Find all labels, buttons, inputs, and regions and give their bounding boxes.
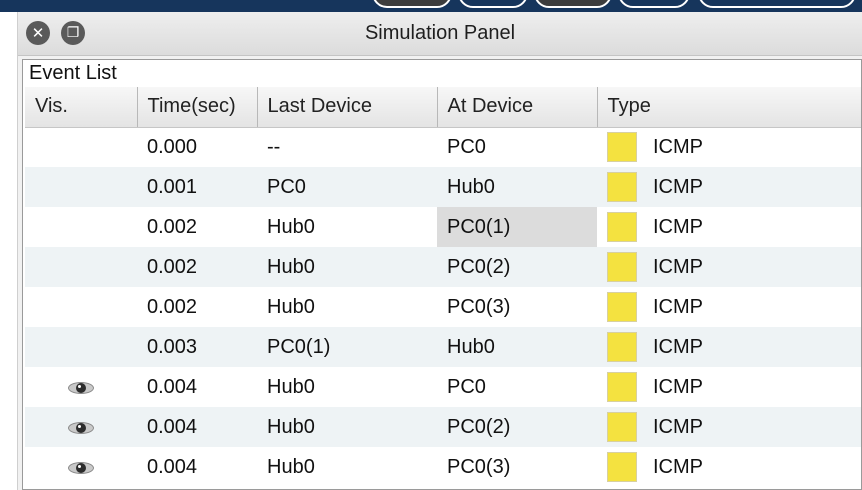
column-header-type[interactable]: Type [597,87,861,128]
background-toolbar-button[interactable] [534,0,612,8]
table-row[interactable]: 0.000 -- PC0 ICMP [25,127,861,167]
at-device-cell: PC0 [447,375,486,398]
last-device-cell: PC0 [257,167,437,207]
vis-cell[interactable] [25,447,137,487]
time-cell: 0.001 [137,167,257,207]
vis-cell[interactable] [25,327,137,367]
time-cell: 0.000 [147,135,198,158]
vis-cell[interactable] [25,367,137,407]
at-device-cell: Hub0 [437,327,597,367]
table-header-row: Vis. Time(sec) Last Device At Device Typ… [25,87,861,128]
type-label: ICMP [653,455,703,478]
event-list-panel: Event List Vis. Time(sec) Last Device At… [22,59,862,490]
table-row[interactable]: 0.002 Hub0 PC0(3) ICMP [25,287,861,327]
last-device-cell: Hub0 [267,455,315,478]
eye-icon[interactable] [66,420,96,435]
type-cell: ICMP [597,167,861,207]
pdu-color-swatch[interactable] [607,372,637,402]
table-row[interactable]: 0.003 PC0(1) Hub0 ICMP [25,327,861,367]
table-row[interactable]: 0.004 Hub0 PC0 ICMP [25,367,861,407]
type-label: ICMP [653,175,703,198]
eye-icon[interactable] [66,460,96,475]
type-label: ICMP [653,135,703,158]
time-cell: 0.002 [137,247,257,287]
background-toolbar-button[interactable] [698,0,856,8]
table-row[interactable]: 0.004 Hub0 PC0(3) ICMP [25,447,861,487]
close-icon[interactable]: ✕ [26,21,50,45]
column-header-last-device[interactable]: Last Device [257,87,438,128]
last-device-cell: -- [267,135,281,158]
background-toolbar-button[interactable] [618,0,690,8]
type-cell: ICMP [597,127,861,167]
type-label: ICMP [653,255,703,278]
table-row[interactable]: 0.002 Hub0 PC0(1) ICMP [25,207,861,247]
type-label: ICMP [653,375,703,398]
column-header-vis[interactable]: Vis. [25,87,138,128]
time-cell: 0.004 [137,407,257,447]
at-device-cell: PC0(3) [447,295,511,318]
time-cell: 0.003 [137,327,257,367]
type-label: ICMP [653,335,703,358]
pdu-color-swatch[interactable] [607,252,637,282]
time-cell: 0.002 [147,295,198,318]
pdu-color-swatch[interactable] [607,172,637,202]
last-device-cell: Hub0 [267,375,315,398]
table-row[interactable]: 0.004 Hub0 PC0(2) ICMP [25,407,861,447]
event-list-table: Vis. Time(sec) Last Device At Device Typ… [25,87,861,487]
time-cell: 0.004 [147,375,198,398]
pdu-color-swatch[interactable] [607,292,637,322]
table-row[interactable]: 0.002 Hub0 PC0(2) ICMP [25,247,861,287]
type-cell: ICMP [597,407,861,447]
eye-icon[interactable] [66,380,96,395]
background-app-edge [0,12,18,490]
type-label: ICMP [653,295,703,318]
at-device-cell: PC0(2) [437,247,597,287]
pdu-color-swatch[interactable] [607,332,637,362]
background-toolbar-button[interactable] [372,0,452,8]
at-device-cell: PC0(1) [437,207,597,247]
screen: Simulation Panel ✕ ❐ Event List Vis. Tim… [0,0,862,490]
type-cell: ICMP [597,207,861,247]
time-cell: 0.004 [147,455,198,478]
table-row[interactable]: 0.001 PC0 Hub0 ICMP [25,167,861,207]
column-header-time[interactable]: Time(sec) [137,87,258,128]
at-device-cell: PC0(2) [437,407,597,447]
vis-cell[interactable] [25,207,137,247]
vis-cell[interactable] [25,127,137,167]
last-device-cell: Hub0 [257,247,437,287]
restore-icon[interactable]: ❐ [61,21,85,45]
simulation-panel-window: Simulation Panel ✕ ❐ Event List Vis. Tim… [18,12,862,490]
at-device-cell: PC0(3) [447,455,511,478]
type-cell: ICMP [597,287,861,327]
pdu-color-swatch[interactable] [607,132,637,163]
type-cell: ICMP [597,247,861,287]
pdu-color-swatch[interactable] [607,452,637,482]
pdu-color-swatch[interactable] [607,212,637,242]
time-cell: 0.002 [147,215,198,238]
background-toolbar-button[interactable] [458,0,528,8]
vis-cell[interactable] [25,247,137,287]
pdu-color-swatch[interactable] [607,412,637,442]
vis-cell[interactable] [25,287,137,327]
background-app-toolbar [0,0,862,12]
at-device-cell: PC0 [447,135,486,158]
type-label: ICMP [653,215,703,238]
type-cell: ICMP [597,447,861,487]
last-device-cell: PC0(1) [257,327,437,367]
vis-cell[interactable] [25,167,137,207]
type-label: ICMP [653,415,703,438]
last-device-cell: Hub0 [267,215,315,238]
type-cell: ICMP [597,367,861,407]
event-list-title: Event List [29,62,117,84]
column-header-at-device[interactable]: At Device [437,87,598,128]
at-device-cell: Hub0 [437,167,597,207]
window-titlebar[interactable]: Simulation Panel ✕ ❐ [18,12,862,56]
last-device-cell: Hub0 [257,407,437,447]
type-cell: ICMP [597,327,861,367]
window-title: Simulation Panel [364,22,516,44]
last-device-cell: Hub0 [267,295,315,318]
vis-cell[interactable] [25,407,137,447]
